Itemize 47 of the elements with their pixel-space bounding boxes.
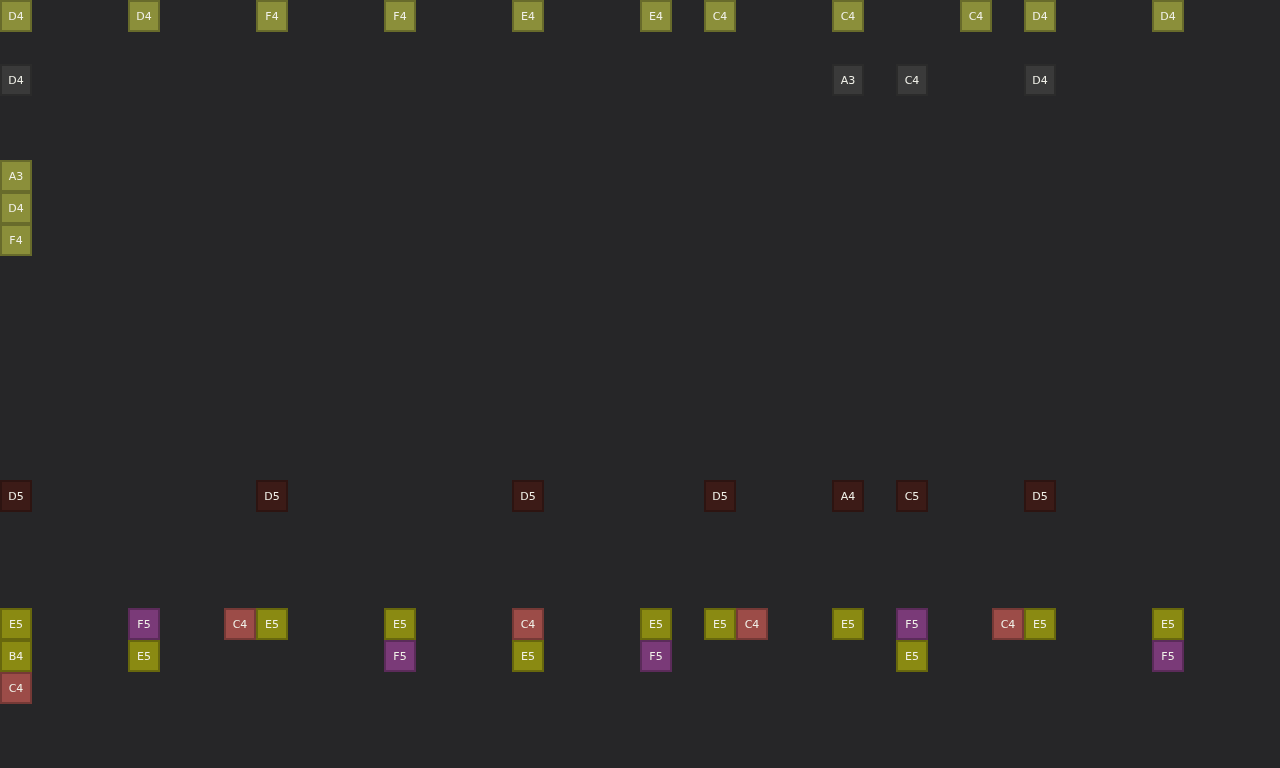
note-block[interactable]: C4 <box>992 608 1024 640</box>
note-block[interactable]: E5 <box>704 608 736 640</box>
note-block[interactable]: C4 <box>0 672 32 704</box>
note-block[interactable]: E5 <box>1024 608 1056 640</box>
note-block[interactable]: E5 <box>896 640 928 672</box>
note-block[interactable]: D4 <box>1024 0 1056 32</box>
note-block[interactable]: E5 <box>640 608 672 640</box>
note-block[interactable]: C4 <box>224 608 256 640</box>
note-block[interactable]: E5 <box>0 608 32 640</box>
note-block[interactable]: C4 <box>896 64 928 96</box>
note-block[interactable]: E5 <box>512 640 544 672</box>
note-block[interactable]: F5 <box>640 640 672 672</box>
note-block[interactable]: B4 <box>0 640 32 672</box>
note-block[interactable]: D4 <box>0 64 32 96</box>
note-block[interactable]: C4 <box>832 0 864 32</box>
note-block[interactable]: D4 <box>0 0 32 32</box>
note-block[interactable]: E5 <box>128 640 160 672</box>
note-block[interactable]: F4 <box>384 0 416 32</box>
note-block[interactable]: D4 <box>1152 0 1184 32</box>
note-block[interactable]: C5 <box>896 480 928 512</box>
note-block[interactable]: D4 <box>1024 64 1056 96</box>
note-block[interactable]: F5 <box>896 608 928 640</box>
note-block[interactable]: F4 <box>256 0 288 32</box>
note-block[interactable]: F5 <box>128 608 160 640</box>
note-block[interactable]: D5 <box>512 480 544 512</box>
note-block[interactable]: E5 <box>832 608 864 640</box>
note-block[interactable]: F5 <box>384 640 416 672</box>
note-block[interactable]: E4 <box>512 0 544 32</box>
note-block[interactable]: E5 <box>1152 608 1184 640</box>
note-block[interactable]: D5 <box>256 480 288 512</box>
note-block[interactable]: E4 <box>640 0 672 32</box>
note-block[interactable]: D4 <box>128 0 160 32</box>
note-block[interactable]: D4 <box>0 192 32 224</box>
note-block[interactable]: C4 <box>704 0 736 32</box>
note-block[interactable]: F5 <box>1152 640 1184 672</box>
note-block[interactable]: A3 <box>0 160 32 192</box>
note-block[interactable]: C4 <box>512 608 544 640</box>
note-block[interactable]: E5 <box>256 608 288 640</box>
note-block[interactable]: A3 <box>832 64 864 96</box>
note-block[interactable]: D5 <box>0 480 32 512</box>
note-block[interactable]: F4 <box>0 224 32 256</box>
note-block[interactable]: D5 <box>1024 480 1056 512</box>
note-block[interactable]: C4 <box>736 608 768 640</box>
note-block[interactable]: C4 <box>960 0 992 32</box>
note-block[interactable]: E5 <box>384 608 416 640</box>
note-block[interactable]: A4 <box>832 480 864 512</box>
note-block[interactable]: D5 <box>704 480 736 512</box>
